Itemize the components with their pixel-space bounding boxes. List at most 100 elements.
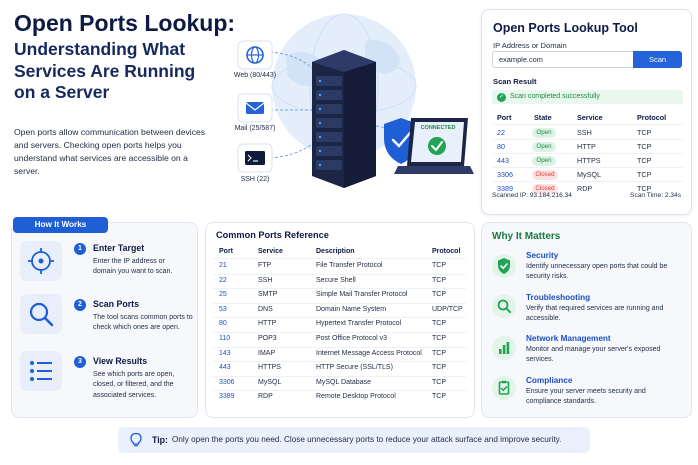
status-badge: Closed — [532, 170, 558, 180]
port-cell-description: MySQL Database — [316, 378, 371, 386]
step-number: 2 — [74, 299, 86, 311]
shield-check-icon — [492, 254, 516, 278]
port-cell-protocol: TCP — [432, 276, 446, 284]
ip-input-label: IP Address or Domain — [493, 41, 567, 50]
service-label-web: Web (80/443) — [233, 72, 277, 79]
why-item-description: Monitor and manage your server's exposed… — [526, 346, 661, 363]
row-divider — [213, 346, 466, 348]
row-divider — [213, 302, 466, 304]
port-cell-service: HTTP — [258, 320, 277, 328]
why-item-title: Security — [526, 251, 559, 260]
ports-col-description: Description — [316, 248, 355, 255]
why-item-description: Verify that required services are runnin… — [526, 305, 664, 322]
scan-time: Scan Time: 2.34s — [630, 192, 681, 199]
port-cell-port: 110 — [219, 335, 231, 342]
scanned-ip: Scanned IP: 93.184.216.34 — [492, 192, 572, 199]
port-cell-port: 25 — [219, 291, 227, 299]
port-cell-port: 3306 — [219, 378, 235, 386]
scan-button[interactable]: Scan — [633, 51, 682, 68]
port-cell-service: DNS — [258, 305, 273, 313]
search-icon — [20, 294, 62, 334]
port-cell-protocol: TCP — [432, 262, 446, 269]
result-col-protocol: Protocol — [637, 113, 667, 122]
result-service: SSH — [577, 128, 592, 137]
status-badge: Open — [532, 156, 556, 166]
port-cell-protocol: TCP — [432, 393, 446, 401]
mail-icon — [237, 93, 273, 123]
port-cell-description: Domain Name System — [316, 305, 387, 313]
result-protocol: TCP — [637, 170, 652, 179]
port-cell-protocol: TCP — [432, 335, 446, 342]
result-service: HTTPS — [577, 156, 601, 165]
bar-chart-icon — [492, 336, 516, 360]
row-divider — [213, 375, 466, 377]
result-protocol: TCP — [637, 128, 652, 137]
why-item-description: Identify unnecessary open ports that cou… — [526, 263, 668, 280]
port-cell-protocol: TCP — [432, 378, 446, 386]
subtitle-line: on a Server — [14, 82, 110, 102]
port-cell-protocol: TCP — [432, 349, 446, 357]
service-label-ssh: SSH (22) — [240, 176, 270, 183]
port-cell-service: RDP — [258, 393, 273, 401]
scan-success-text: Scan completed successfully — [510, 93, 600, 100]
hero-description: Open ports allow communication between d… — [14, 127, 206, 176]
server-rack-icon — [312, 50, 376, 188]
step-title: View Results — [93, 356, 148, 366]
result-port: 22 — [497, 128, 505, 137]
result-protocol: TCP — [637, 142, 652, 151]
page-subtitle: Understanding What Services Are Running … — [14, 39, 214, 104]
result-service: HTTP — [577, 142, 596, 151]
port-cell-description: HTTP Secure (SSL/TLS) — [316, 364, 393, 372]
why-item-title: Compliance — [526, 376, 573, 385]
port-cell-description: Remote Desktop Protocol — [316, 393, 396, 401]
result-service: MySQL — [577, 170, 601, 179]
result-port: 443 — [497, 156, 509, 165]
port-cell-service: POP3 — [258, 335, 277, 342]
step-description: The tool scans common ports to check whi… — [93, 314, 193, 332]
port-cell-description: Secure Shell — [316, 276, 356, 284]
tool-title: Open Ports Lookup Tool — [493, 21, 638, 35]
ports-col-port: Port — [219, 248, 233, 255]
port-cell-port: 21 — [219, 262, 227, 269]
target-icon — [20, 241, 62, 281]
magnifier-icon — [492, 294, 516, 318]
result-protocol: TCP — [637, 156, 652, 165]
result-col-state: State — [534, 113, 552, 122]
subtitle-line: Understanding What — [14, 39, 186, 59]
step-title: Enter Target — [93, 243, 145, 253]
check-circle-icon: ✓ — [497, 92, 506, 102]
step-number: 3 — [74, 356, 86, 368]
port-cell-protocol: UDP/TCP — [432, 305, 463, 313]
result-port: 80 — [497, 142, 505, 151]
scan-success-banner: ✓ Scan completed successfully — [492, 90, 683, 104]
result-service: RDP — [577, 184, 593, 193]
ports-col-service: Service — [258, 248, 283, 255]
ports-col-protocol: Protocol — [432, 248, 461, 255]
port-cell-port: 143 — [219, 349, 231, 357]
row-divider — [213, 361, 466, 363]
status-badge: Open — [532, 142, 556, 152]
why-item-description: Ensure your server meets security and co… — [526, 388, 646, 405]
why-item-title: Troubleshooting — [526, 293, 591, 302]
common-ports-title: Common Ports Reference — [216, 230, 329, 240]
why-it-matters-title: Why It Matters — [492, 231, 561, 242]
port-cell-service: HTTPS — [258, 364, 281, 372]
ip-domain-input[interactable] — [492, 51, 634, 68]
port-cell-protocol: TCP — [432, 320, 446, 328]
row-divider — [213, 273, 466, 275]
status-badge: Open — [532, 128, 556, 138]
port-cell-protocol: TCP — [432, 291, 446, 299]
server-illustration: Web (80/443) Mail (25/587) SSH (22) CONN… — [226, 6, 476, 196]
port-cell-description: Internet Message Access Protocol — [316, 349, 422, 357]
port-cell-port: 53 — [219, 305, 227, 313]
port-cell-port: 80 — [219, 320, 227, 328]
port-cell-service: IMAP — [258, 349, 276, 357]
list-icon — [20, 351, 62, 391]
row-divider — [213, 331, 466, 333]
port-cell-port: 443 — [219, 364, 231, 372]
result-col-port: Port — [497, 113, 512, 122]
row-divider — [213, 288, 466, 290]
lightbulb-icon — [130, 432, 142, 447]
row-divider — [213, 317, 466, 319]
terminal-icon — [237, 143, 273, 173]
